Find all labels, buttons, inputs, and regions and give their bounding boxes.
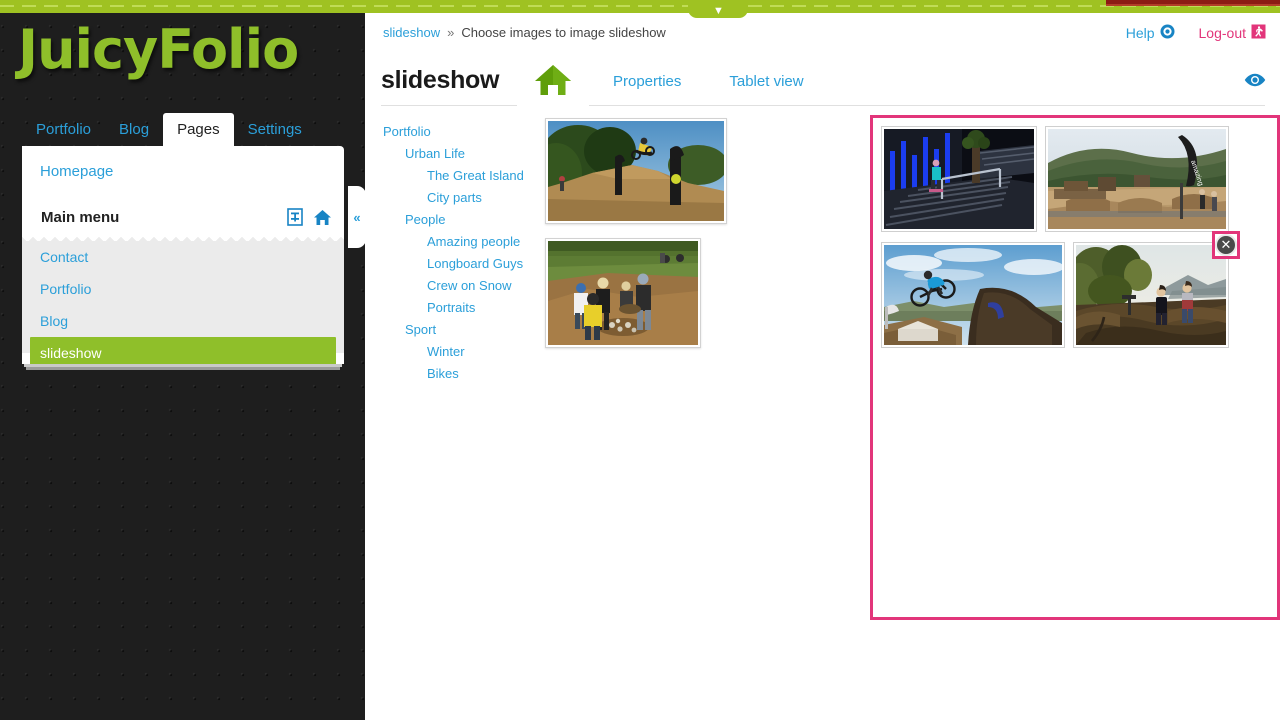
tree-node-winter[interactable]: Winter <box>383 340 533 362</box>
selected-image-item[interactable]: amazing <box>1045 126 1229 232</box>
menu-item-blog[interactable]: Blog <box>22 305 344 337</box>
tab-properties[interactable]: Properties <box>589 58 705 105</box>
sidebar-collapse-button[interactable]: « <box>348 186 366 248</box>
nav-tab-blog[interactable]: Blog <box>105 113 163 147</box>
menu-item-contact[interactable]: Contact <box>22 241 344 273</box>
close-icon: ✕ <box>1215 234 1237 256</box>
selected-image-item[interactable]: ✕ <box>1060 231 1240 348</box>
breadcrumb-root[interactable]: slideshow <box>383 25 440 40</box>
library-thumbnail[interactable] <box>545 238 701 348</box>
main-navigation: Portfolio Blog Pages Settings <box>22 113 316 147</box>
nav-tab-pages[interactable]: Pages <box>163 113 234 147</box>
app-logo: JuicyFolio <box>18 18 299 81</box>
logout-button[interactable]: Log-out <box>1199 24 1266 42</box>
torn-edge-divider <box>22 234 344 241</box>
home-icon[interactable] <box>313 209 332 226</box>
help-label: Help <box>1125 25 1155 41</box>
tree-node-the-great-island[interactable]: The Great Island <box>383 164 533 186</box>
lifebuoy-icon <box>1160 24 1175 42</box>
library-thumbnail[interactable] <box>545 118 727 224</box>
stitch-pattern <box>0 5 1280 7</box>
content-tabs: Properties Tablet view <box>517 58 828 105</box>
foggy-bike-park-banner-image: amazing <box>1048 129 1226 229</box>
breadcrumb-current: Choose images to image slideshow <box>461 25 666 40</box>
chevron-down-icon: ▼ <box>713 5 724 17</box>
image-library <box>545 118 735 362</box>
two-people-sitting-dirt-jumps-image <box>1060 245 1226 345</box>
panel-shadow-lower <box>26 367 340 370</box>
chevron-left-icon: « <box>353 209 361 225</box>
bike-jump-over-dirt-mound-image <box>884 245 1064 345</box>
pages-panel: Homepage Main menu Contact Portfolio Blo… <box>22 146 344 369</box>
tree-node-crew-on-snow[interactable]: Crew on Snow <box>383 274 533 296</box>
crew-digging-dirt-track-image <box>548 241 698 345</box>
home-icon <box>533 63 573 101</box>
slideshow-dropzone[interactable]: amazing ✕ <box>870 115 1280 620</box>
top-right-actions: Help Log-out <box>1126 24 1266 42</box>
add-page-icon[interactable] <box>286 208 304 226</box>
tree-node-amazing-people[interactable]: Amazing people <box>383 230 533 252</box>
page-header-row: slideshow Properties Tablet view <box>365 58 1280 106</box>
help-button[interactable]: Help <box>1126 24 1175 42</box>
eye-icon[interactable] <box>1244 73 1266 87</box>
pages-homepage-link[interactable]: Homepage <box>22 146 344 180</box>
tree-node-portraits[interactable]: Portraits <box>383 296 533 318</box>
tree-node-sport[interactable]: Sport <box>383 318 533 340</box>
page-title: slideshow <box>381 66 500 94</box>
selected-image-item[interactable] <box>881 126 1037 232</box>
menu-item-portfolio[interactable]: Portfolio <box>22 273 344 305</box>
red-accent-stripe-secondary <box>1106 4 1280 6</box>
topbar-expand-button[interactable]: ▼ <box>688 0 748 18</box>
tree-node-people[interactable]: People <box>383 208 533 230</box>
breadcrumb-separator: » <box>447 25 455 40</box>
top-green-bar <box>0 0 1280 13</box>
category-tree: Portfolio Urban Life The Great Island Ci… <box>383 120 533 384</box>
nav-tab-portfolio[interactable]: Portfolio <box>22 113 105 147</box>
tree-node-city-parts[interactable]: City parts <box>383 186 533 208</box>
main-menu-title: Main menu <box>41 208 120 226</box>
breadcrumb: slideshow » Choose images to image slide… <box>383 25 666 40</box>
active-tab-gap <box>517 105 589 107</box>
tree-node-urban-life[interactable]: Urban Life <box>383 142 533 164</box>
tree-node-bikes[interactable]: Bikes <box>383 362 533 384</box>
main-content-area: slideshow » Choose images to image slide… <box>365 0 1280 720</box>
remove-image-button[interactable]: ✕ <box>1212 231 1240 259</box>
exit-run-icon <box>1251 24 1266 42</box>
tab-underline <box>381 105 1265 106</box>
dropzone-row: amazing <box>881 126 1269 242</box>
tab-home[interactable] <box>517 58 589 105</box>
bmx-rider-dirt-jump-image <box>548 121 724 221</box>
night-stairs-blue-lights-image <box>884 129 1035 229</box>
tree-node-longboard-guys[interactable]: Longboard Guys <box>383 252 533 274</box>
main-menu-list: Contact Portfolio Blog slideshow <box>22 241 344 369</box>
selected-image-item[interactable] <box>881 242 1065 348</box>
tab-tablet-view[interactable]: Tablet view <box>705 58 827 105</box>
tree-node-portfolio[interactable]: Portfolio <box>383 120 533 142</box>
dropzone-row: ✕ <box>881 231 1269 358</box>
logout-label: Log-out <box>1198 25 1246 41</box>
nav-tab-settings[interactable]: Settings <box>234 113 316 147</box>
main-menu-header: Main menu <box>22 198 344 236</box>
